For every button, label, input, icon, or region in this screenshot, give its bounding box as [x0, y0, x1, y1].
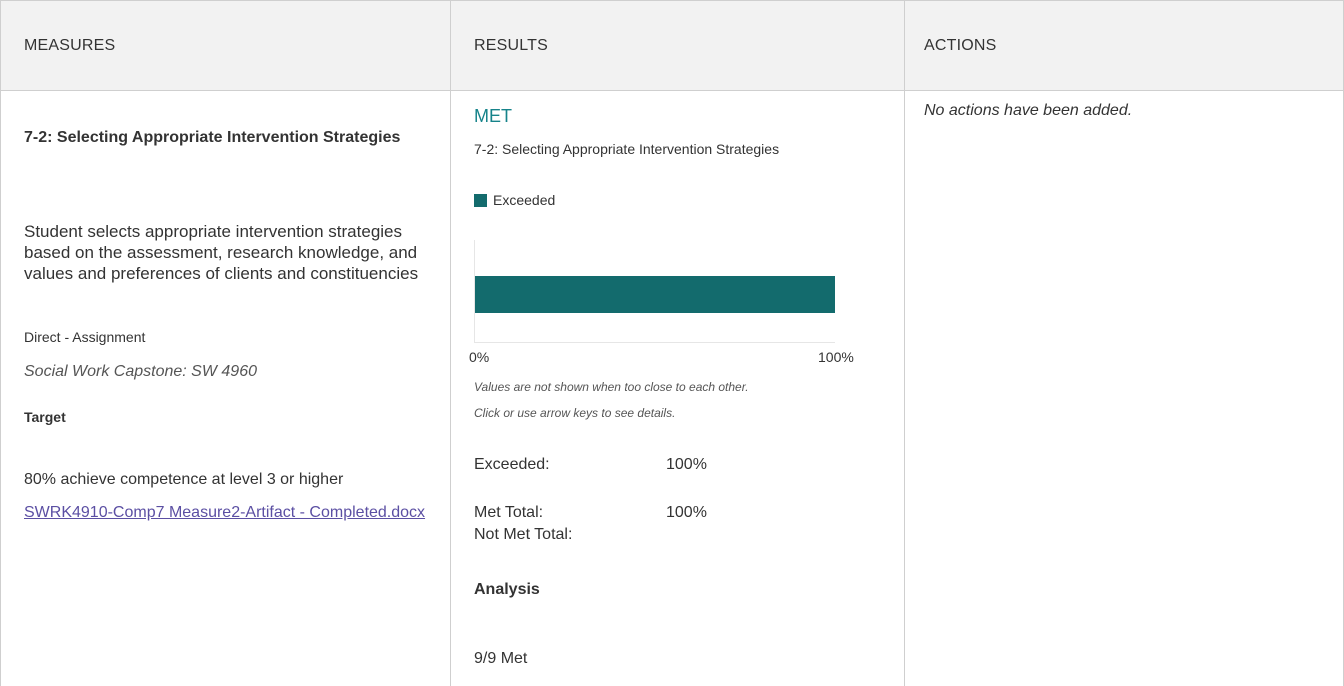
- x-tick-label-0: 0%: [469, 349, 490, 365]
- results-table: MEASURES RESULTS ACTIONS 7-2: Selecting …: [0, 0, 1344, 686]
- header-results: RESULTS: [474, 37, 549, 54]
- measure-description: Student selects appropriate intervention…: [24, 222, 419, 283]
- result-title: 7-2: Selecting Appropriate Intervention …: [474, 141, 780, 157]
- measure-title: 7-2: Selecting Appropriate Intervention …: [24, 129, 401, 146]
- column-divider-left: [0, 0, 1, 686]
- result-bar-chart: [474, 240, 835, 343]
- column-divider-1: [450, 0, 451, 686]
- artifact-document-link[interactable]: SWRK4910-Comp7 Measure2-Artifact - Compl…: [24, 502, 444, 524]
- met-total-value: 100%: [666, 504, 707, 521]
- measure-course: Social Work Capstone: SW 4960: [24, 363, 257, 380]
- analysis-text: 9/9 Met: [474, 650, 528, 667]
- target-text: 80% achieve competence at level 3 or hig…: [24, 471, 344, 488]
- legend-label: Exceeded: [493, 192, 556, 208]
- exceeded-value: 100%: [666, 456, 707, 473]
- table-header-row: MEASURES RESULTS ACTIONS: [0, 0, 1344, 91]
- measure-type: Direct - Assignment: [24, 329, 146, 345]
- not-met-total-label: Not Met Total:: [474, 526, 573, 543]
- met-total-label: Met Total:: [474, 504, 544, 521]
- column-divider-2: [904, 0, 905, 686]
- x-tick-label-100: 100%: [818, 349, 854, 365]
- header-measures: MEASURES: [24, 37, 116, 54]
- target-label: Target: [24, 409, 66, 425]
- chart-note-line1: Values are not shown when too close to e…: [474, 380, 749, 394]
- legend-swatch: [474, 193, 487, 207]
- exceeded-label: Exceeded:: [474, 456, 550, 473]
- bar-exceeded[interactable]: [475, 276, 835, 313]
- result-status: MET: [474, 106, 512, 126]
- header-actions: ACTIONS: [924, 37, 997, 54]
- analysis-label: Analysis: [474, 581, 540, 598]
- chart-note-line2: Click or use arrow keys to see details.: [474, 406, 676, 420]
- no-actions-message: No actions have been added.: [924, 102, 1133, 119]
- chart-legend: Exceeded: [474, 192, 555, 208]
